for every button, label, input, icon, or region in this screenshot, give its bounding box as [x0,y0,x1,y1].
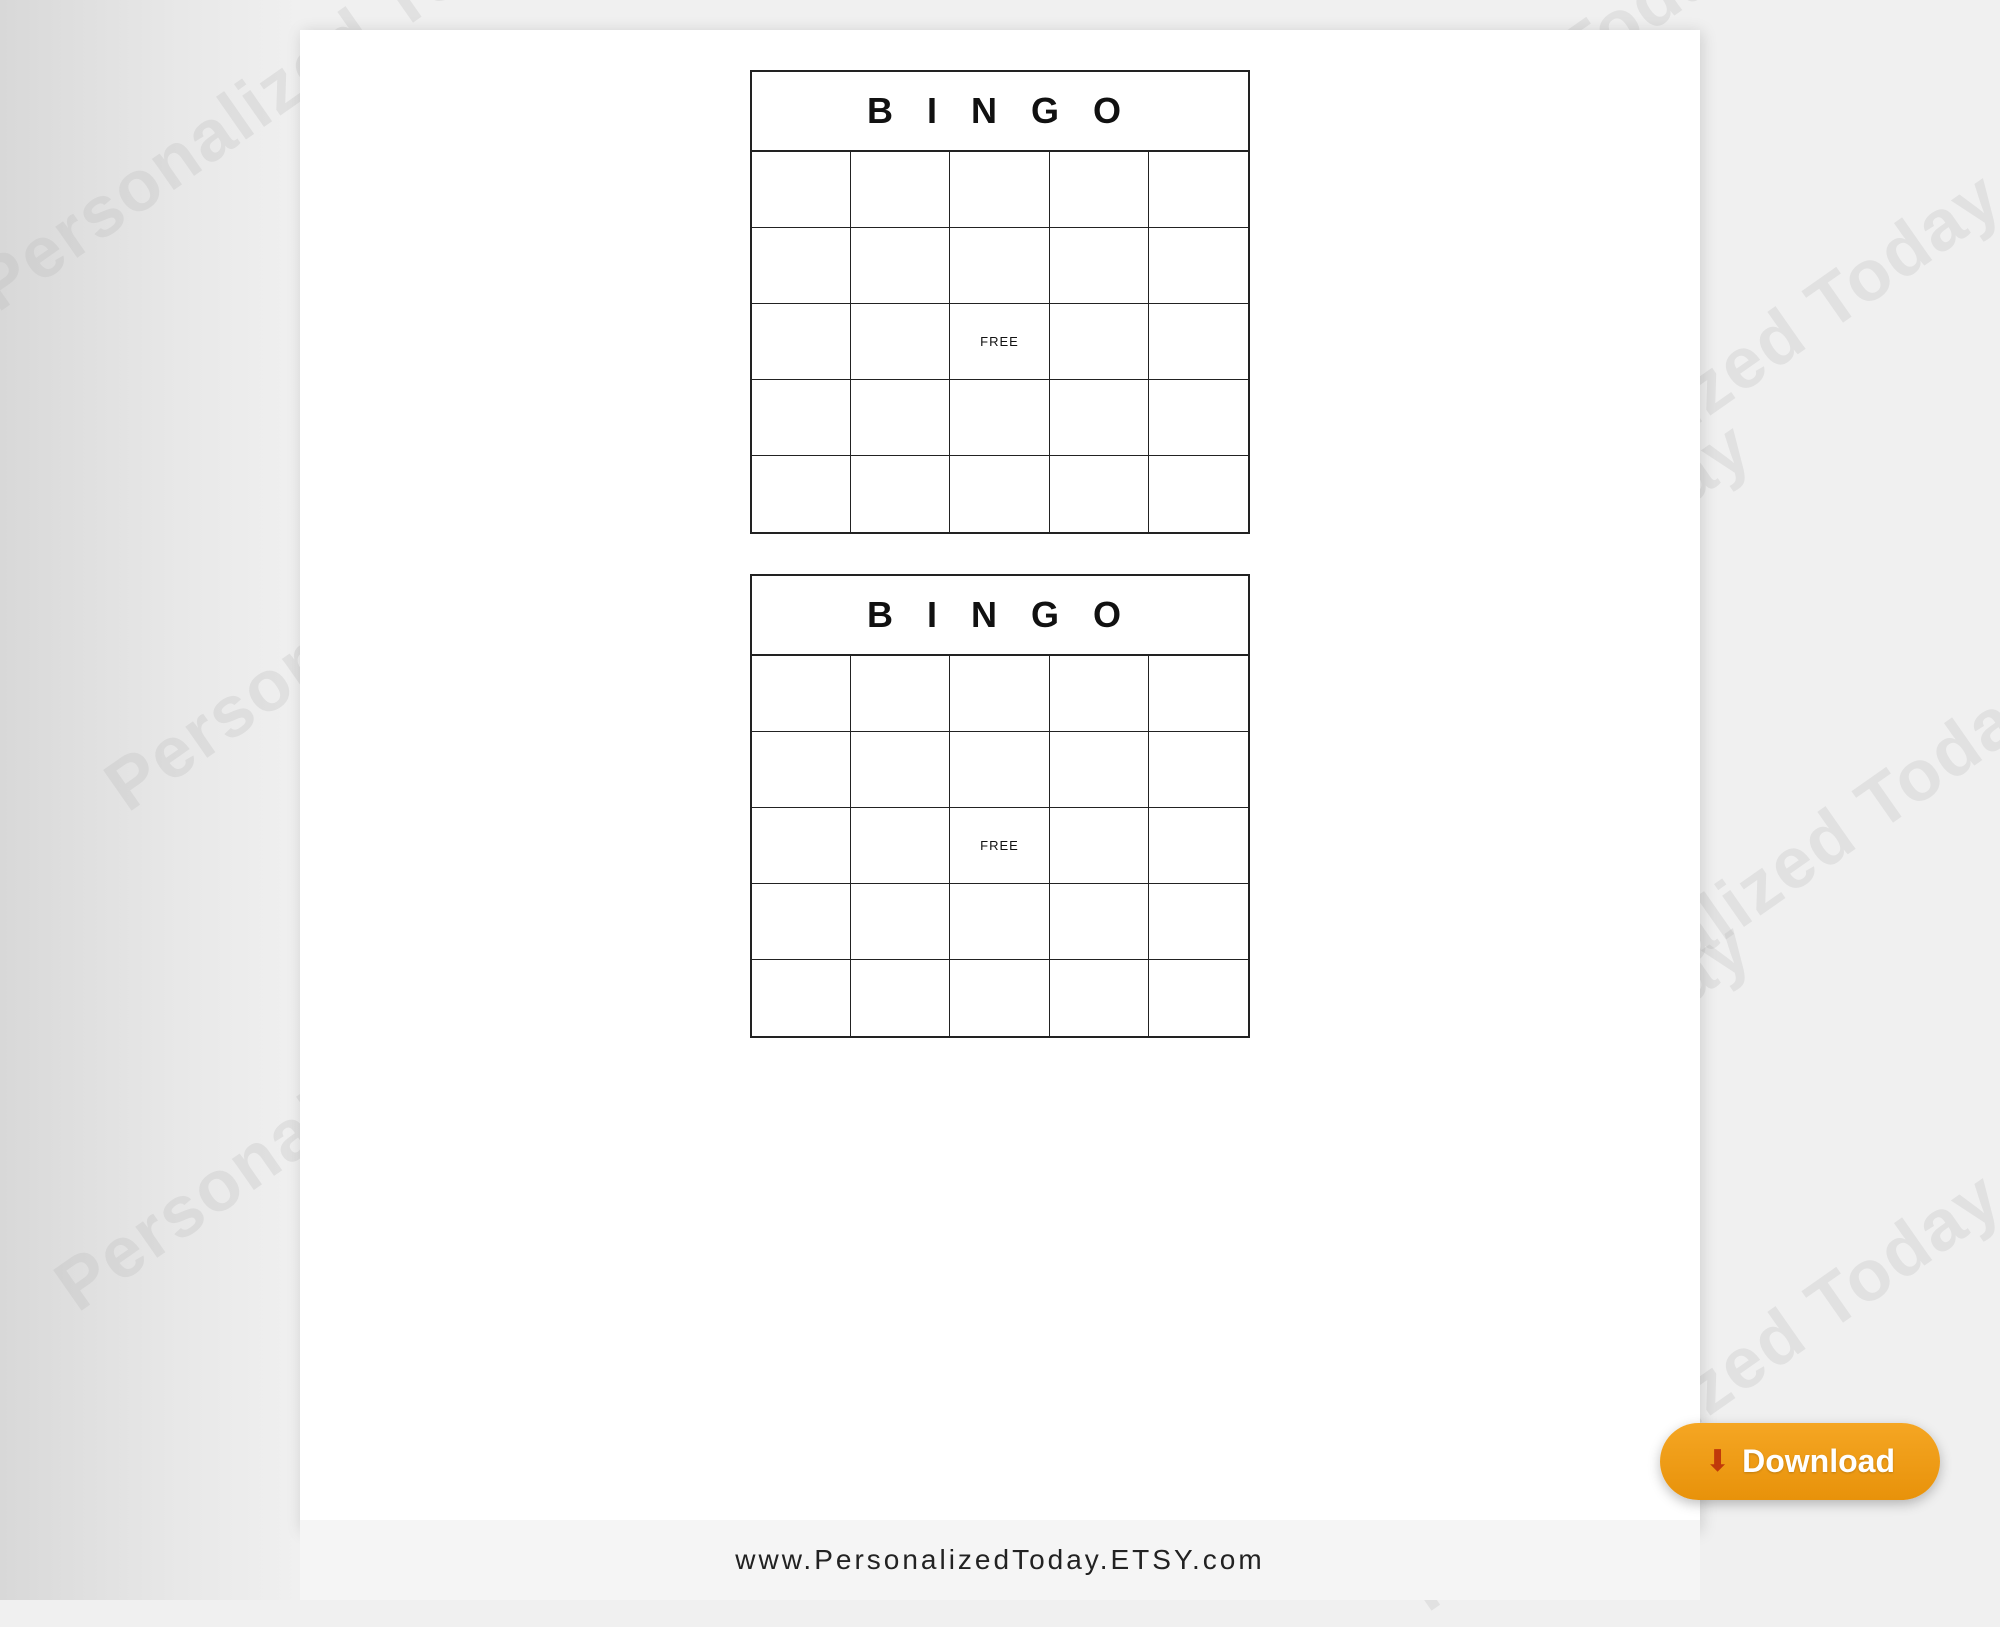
download-icon: ⬇ [1705,1447,1730,1477]
b2-cell-5-2 [851,960,950,1036]
cell-1-2 [851,152,950,228]
bingo-title-2: B I N G O [752,576,1248,656]
cell-4-5 [1149,380,1248,456]
b2-cell-2-4 [1050,732,1149,808]
b2-cell-1-3 [950,656,1049,732]
b2-cell-4-4 [1050,884,1149,960]
cell-2-4 [1050,228,1149,304]
b2-cell-4-3 [950,884,1049,960]
cell-3-5 [1149,304,1248,380]
download-label: Download [1742,1443,1895,1480]
b2-cell-2-3 [950,732,1049,808]
cell-1-1 [752,152,851,228]
cell-5-5 [1149,456,1248,532]
cell-3-1 [752,304,851,380]
cell-2-5 [1149,228,1248,304]
left-shadow-panel [0,0,300,1600]
cell-4-3 [950,380,1049,456]
b2-cell-3-1 [752,808,851,884]
cell-2-1 [752,228,851,304]
b2-cell-1-1 [752,656,851,732]
b2-cell-2-5 [1149,732,1248,808]
b2-cell-5-4 [1050,960,1149,1036]
main-page: B I N G O FREE [300,30,1700,1530]
b2-cell-3-3-free: FREE [950,808,1049,884]
b2-cell-1-5 [1149,656,1248,732]
cell-1-4 [1050,152,1149,228]
cell-2-2 [851,228,950,304]
bingo-title-1: B I N G O [752,72,1248,152]
b2-cell-2-1 [752,732,851,808]
bingo-card-2: B I N G O FREE [750,574,1250,1038]
website-url: www.PersonalizedToday.ETSY.com [735,1544,1264,1576]
cell-5-4 [1050,456,1149,532]
cell-3-3-free: FREE [950,304,1049,380]
cell-4-4 [1050,380,1149,456]
b2-cell-4-1 [752,884,851,960]
bingo-grid-2: FREE [752,656,1248,1036]
bingo-card-1: B I N G O FREE [750,70,1250,534]
b2-cell-4-2 [851,884,950,960]
b2-cell-1-4 [1050,656,1149,732]
b2-cell-5-3 [950,960,1049,1036]
cell-3-2 [851,304,950,380]
bottom-bar: www.PersonalizedToday.ETSY.com [300,1520,1700,1600]
cell-1-5 [1149,152,1248,228]
b2-cell-3-4 [1050,808,1149,884]
cell-5-1 [752,456,851,532]
b2-cell-5-1 [752,960,851,1036]
cell-4-2 [851,380,950,456]
b2-cell-1-2 [851,656,950,732]
cell-1-3 [950,152,1049,228]
b2-cell-3-5 [1149,808,1248,884]
b2-cell-2-2 [851,732,950,808]
cell-5-2 [851,456,950,532]
download-button[interactable]: ⬇ Download [1660,1423,1940,1500]
cell-2-3 [950,228,1049,304]
b2-cell-3-2 [851,808,950,884]
b2-cell-5-5 [1149,960,1248,1036]
b2-cell-4-5 [1149,884,1248,960]
cell-5-3 [950,456,1049,532]
cell-3-4 [1050,304,1149,380]
cell-4-1 [752,380,851,456]
bingo-grid-1: FREE [752,152,1248,532]
